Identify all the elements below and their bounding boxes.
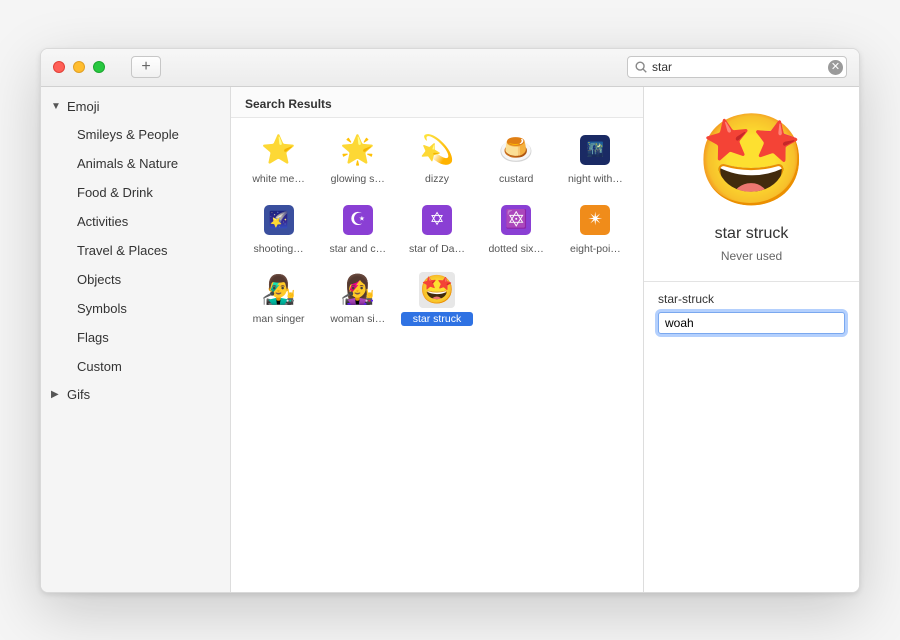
result-item[interactable]: 🔯 dotted six…: [480, 202, 552, 256]
results-panel: Search Results ⭐ white me… 🌟 glowing s… 💫 diz…: [231, 87, 644, 592]
emoji-picker-window: + ✕ Emoji Smileys & People Animals & Nat…: [40, 48, 860, 593]
emoji-glyph: 🔯: [498, 202, 534, 238]
emoji-glyph: ✡: [419, 202, 455, 238]
result-label: shooting…: [243, 242, 315, 256]
disclosure-triangle-icon: [51, 389, 61, 400]
result-item[interactable]: 💫 dizzy: [401, 132, 473, 186]
result-item[interactable]: 🌃 night with…: [559, 132, 631, 186]
keyword-label: star-struck: [658, 292, 845, 306]
emoji-glyph: 🤩: [419, 272, 455, 308]
window-body: Emoji Smileys & People Animals & Nature …: [41, 87, 859, 592]
results-grid: ⭐ white me… 🌟 glowing s… 💫 dizzy 🍮 custard 🌃 nigh…: [231, 118, 643, 340]
sidebar-item-symbols[interactable]: Symbols: [41, 294, 230, 323]
result-label: dotted six…: [480, 242, 552, 256]
result-item[interactable]: 🍮 custard: [480, 132, 552, 186]
sidebar-item-custom[interactable]: Custom: [41, 352, 230, 381]
preview-emoji: 🤩: [695, 108, 807, 213]
emoji-glyph: 👩‍🎤: [340, 272, 376, 308]
detail-usage: Never used: [658, 249, 845, 263]
sidebar-group-label: Gifs: [67, 387, 90, 402]
result-label: eight-poi…: [559, 242, 631, 256]
result-item[interactable]: ☪ star and c…: [322, 202, 394, 256]
result-label: night with…: [559, 172, 631, 186]
result-label: custard: [480, 172, 552, 186]
x-icon: ✕: [831, 62, 840, 73]
emoji-glyph: 👨‍🎤: [261, 272, 297, 308]
sidebar-item-activities[interactable]: Activities: [41, 207, 230, 236]
result-label: star of Da…: [401, 242, 473, 256]
result-label: woman si…: [322, 312, 394, 326]
emoji-glyph: ✴: [577, 202, 613, 238]
sidebar-item-animals-nature[interactable]: Animals & Nature: [41, 149, 230, 178]
emoji-glyph: 🍮: [498, 132, 534, 168]
zoom-window-button[interactable]: [93, 61, 105, 73]
emoji-glyph: 🌟: [340, 132, 376, 168]
result-label: glowing s…: [322, 172, 394, 186]
result-item[interactable]: 🤩 star struck: [401, 272, 473, 326]
emoji-glyph: 💫: [419, 132, 455, 168]
sidebar-item-flags[interactable]: Flags: [41, 323, 230, 352]
sidebar-item-objects[interactable]: Objects: [41, 265, 230, 294]
results-header: Search Results: [231, 87, 643, 118]
emoji-glyph: ☪: [340, 202, 376, 238]
result-item[interactable]: 👨‍🎤 man singer: [243, 272, 315, 326]
result-label: star struck: [401, 312, 473, 326]
emoji-glyph: ⭐: [261, 132, 297, 168]
titlebar: + ✕: [41, 49, 859, 87]
search-icon: [634, 60, 648, 74]
sidebar-item-smileys-people[interactable]: Smileys & People: [41, 120, 230, 149]
detail-title: star struck: [658, 225, 845, 243]
search-field[interactable]: ✕: [627, 56, 847, 78]
emoji-glyph: 🌠: [261, 202, 297, 238]
minimize-window-button[interactable]: [73, 61, 85, 73]
clear-search-button[interactable]: ✕: [828, 60, 843, 75]
emoji-glyph: 🌃: [577, 132, 613, 168]
sidebar-item-travel-places[interactable]: Travel & Places: [41, 236, 230, 265]
sidebar: Emoji Smileys & People Animals & Nature …: [41, 87, 231, 592]
detail-preview: 🤩: [658, 101, 845, 221]
result-label: man singer: [243, 312, 315, 326]
result-label: star and c…: [322, 242, 394, 256]
result-label: white me…: [243, 172, 315, 186]
result-item[interactable]: ⭐ white me…: [243, 132, 315, 186]
keyword-input[interactable]: [658, 312, 845, 334]
disclosure-triangle-icon: [51, 101, 61, 112]
close-window-button[interactable]: [53, 61, 65, 73]
add-button[interactable]: +: [131, 56, 161, 78]
window-controls: [53, 61, 105, 73]
result-item[interactable]: ✡ star of Da…: [401, 202, 473, 256]
result-label: dizzy: [401, 172, 473, 186]
sidebar-group-label: Emoji: [67, 99, 100, 114]
sidebar-group-gifs[interactable]: Gifs: [41, 381, 230, 408]
plus-icon: +: [141, 58, 150, 76]
detail-panel: 🤩 star struck Never used star-struck: [644, 87, 859, 592]
result-item[interactable]: 👩‍🎤 woman si…: [322, 272, 394, 326]
divider: [644, 281, 859, 282]
result-item[interactable]: ✴ eight-poi…: [559, 202, 631, 256]
result-item[interactable]: 🌟 glowing s…: [322, 132, 394, 186]
sidebar-item-food-drink[interactable]: Food & Drink: [41, 178, 230, 207]
sidebar-group-emoji[interactable]: Emoji: [41, 93, 230, 120]
search-input[interactable]: [652, 60, 824, 74]
result-item[interactable]: 🌠 shooting…: [243, 202, 315, 256]
